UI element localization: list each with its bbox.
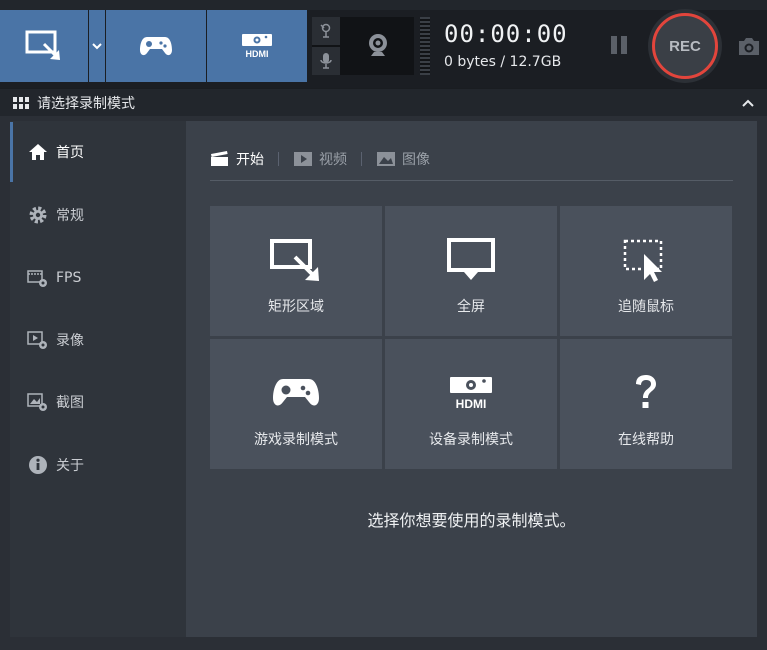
sidebar-item-about[interactable]: 关于: [10, 435, 186, 495]
tile-online-help[interactable]: 在线帮助: [560, 339, 732, 469]
device-mode-button[interactable]: HDMI: [207, 10, 307, 82]
sidebar-item-fps[interactable]: FPS: [10, 248, 186, 308]
top-toolbar: HDMI 00:00:00 0 bytes / 12.7GB REC: [0, 0, 767, 88]
rec-button[interactable]: REC: [652, 13, 718, 79]
hdmi-device-icon: HDMI: [447, 371, 495, 415]
microphone-toggle[interactable]: [312, 47, 340, 75]
chevron-down-icon: [92, 43, 102, 50]
gear-icon: [26, 203, 50, 227]
tile-follow-mouse[interactable]: 追随鼠标: [560, 206, 732, 336]
mode-selection-header: 请选择录制模式: [0, 88, 767, 116]
tabs-underline: [210, 180, 733, 181]
tab-divider: [278, 152, 279, 166]
audio-level-meter: [420, 17, 430, 75]
game-mode-button[interactable]: [106, 10, 206, 82]
sidebar-item-label: 常规: [56, 208, 84, 224]
sidebar-item-general[interactable]: 常规: [10, 185, 186, 245]
tile-device-mode[interactable]: HDMI 设备录制模式: [385, 339, 557, 469]
speaker-toggle[interactable]: [312, 17, 340, 45]
question-icon: [631, 371, 661, 415]
tab-label: 图像: [402, 152, 430, 168]
header-title: 请选择录制模式: [37, 95, 135, 112]
gamepad-icon: [140, 37, 172, 56]
pause-bar: [611, 36, 617, 54]
play-icon: [293, 151, 313, 167]
tab-divider: [361, 152, 362, 166]
sidebar: 首页 常规 FPS 录像 截图 关于: [10, 121, 186, 637]
picture-icon: [376, 151, 396, 167]
rectangle-area-icon: [25, 30, 60, 60]
mode-tiles-grid: 矩形区域 全屏 追随鼠标 游戏录制模式 HDMI 设备录制模式 在线帮助: [210, 206, 732, 469]
tab-image[interactable]: 图像: [376, 149, 430, 169]
sidebar-item-label: 关于: [56, 458, 84, 474]
speaker-icon: [320, 23, 331, 38]
monitor-icon: [447, 238, 495, 282]
pause-button[interactable]: [611, 36, 631, 56]
main-panel: 开始 视频 图像 矩形区域 全屏 追随鼠标 游戏录制模式 HDMI 设备录制模式…: [186, 121, 757, 637]
tile-fullscreen[interactable]: 全屏: [385, 206, 557, 336]
sidebar-item-label: 截图: [56, 395, 84, 411]
tile-label: 设备录制模式: [429, 432, 513, 448]
sidebar-item-label: 录像: [56, 333, 84, 349]
hdmi-device-icon: HDMI: [242, 34, 272, 59]
tab-label: 开始: [236, 152, 264, 168]
rectangle-mode-button[interactable]: [0, 10, 88, 82]
gamepad-icon: [272, 371, 320, 415]
screenshot-button[interactable]: [736, 36, 762, 58]
media-sources-panel: [312, 17, 414, 75]
sidebar-item-home[interactable]: 首页: [10, 122, 186, 182]
info-icon: [26, 453, 50, 477]
tile-label: 矩形区域: [268, 299, 324, 315]
pause-bar: [621, 36, 627, 54]
sidebar-item-screenshot[interactable]: 截图: [10, 372, 186, 432]
tile-label: 全屏: [457, 299, 485, 315]
instruction-text: 选择你想要使用的录制模式。: [367, 511, 576, 530]
window-bottom-edge: [0, 637, 767, 650]
tile-rectangle-area[interactable]: 矩形区域: [210, 206, 382, 336]
clapper-icon: [210, 151, 230, 167]
sidebar-item-video[interactable]: 录像: [10, 310, 186, 370]
hdmi-label: HDMI: [246, 49, 269, 59]
collapse-chevron-icon[interactable]: [741, 96, 755, 110]
recording-timer: 00:00:00: [444, 20, 568, 48]
webcam-toggle[interactable]: [342, 17, 414, 75]
tile-game-mode[interactable]: 游戏录制模式: [210, 339, 382, 469]
home-icon: [26, 140, 50, 164]
tab-label: 视频: [319, 152, 347, 168]
title-strip: [0, 0, 767, 10]
follow-cursor-icon: [622, 238, 670, 282]
camera-icon: [739, 38, 759, 55]
tile-label: 追随鼠标: [618, 299, 674, 315]
hdmi-label: HDMI: [456, 397, 487, 411]
tab-start[interactable]: 开始: [210, 149, 264, 169]
storage-info: 0 bytes / 12.7GB: [444, 54, 562, 70]
fps-icon: [26, 266, 50, 290]
tab-video[interactable]: 视频: [293, 149, 347, 169]
tile-label: 在线帮助: [618, 432, 674, 448]
video-settings-icon: [26, 328, 50, 352]
sidebar-item-label: 首页: [56, 145, 84, 161]
microphone-icon: [320, 53, 332, 69]
sidebar-item-label: FPS: [56, 270, 82, 286]
grid-icon: [13, 96, 29, 109]
webcam-icon: [369, 34, 387, 56]
image-settings-icon: [26, 390, 50, 414]
mode-dropdown-button[interactable]: [89, 10, 105, 82]
rectangle-area-icon: [269, 238, 323, 282]
tab-bar: 开始 视频 图像: [210, 147, 430, 171]
tile-label: 游戏录制模式: [254, 432, 338, 448]
